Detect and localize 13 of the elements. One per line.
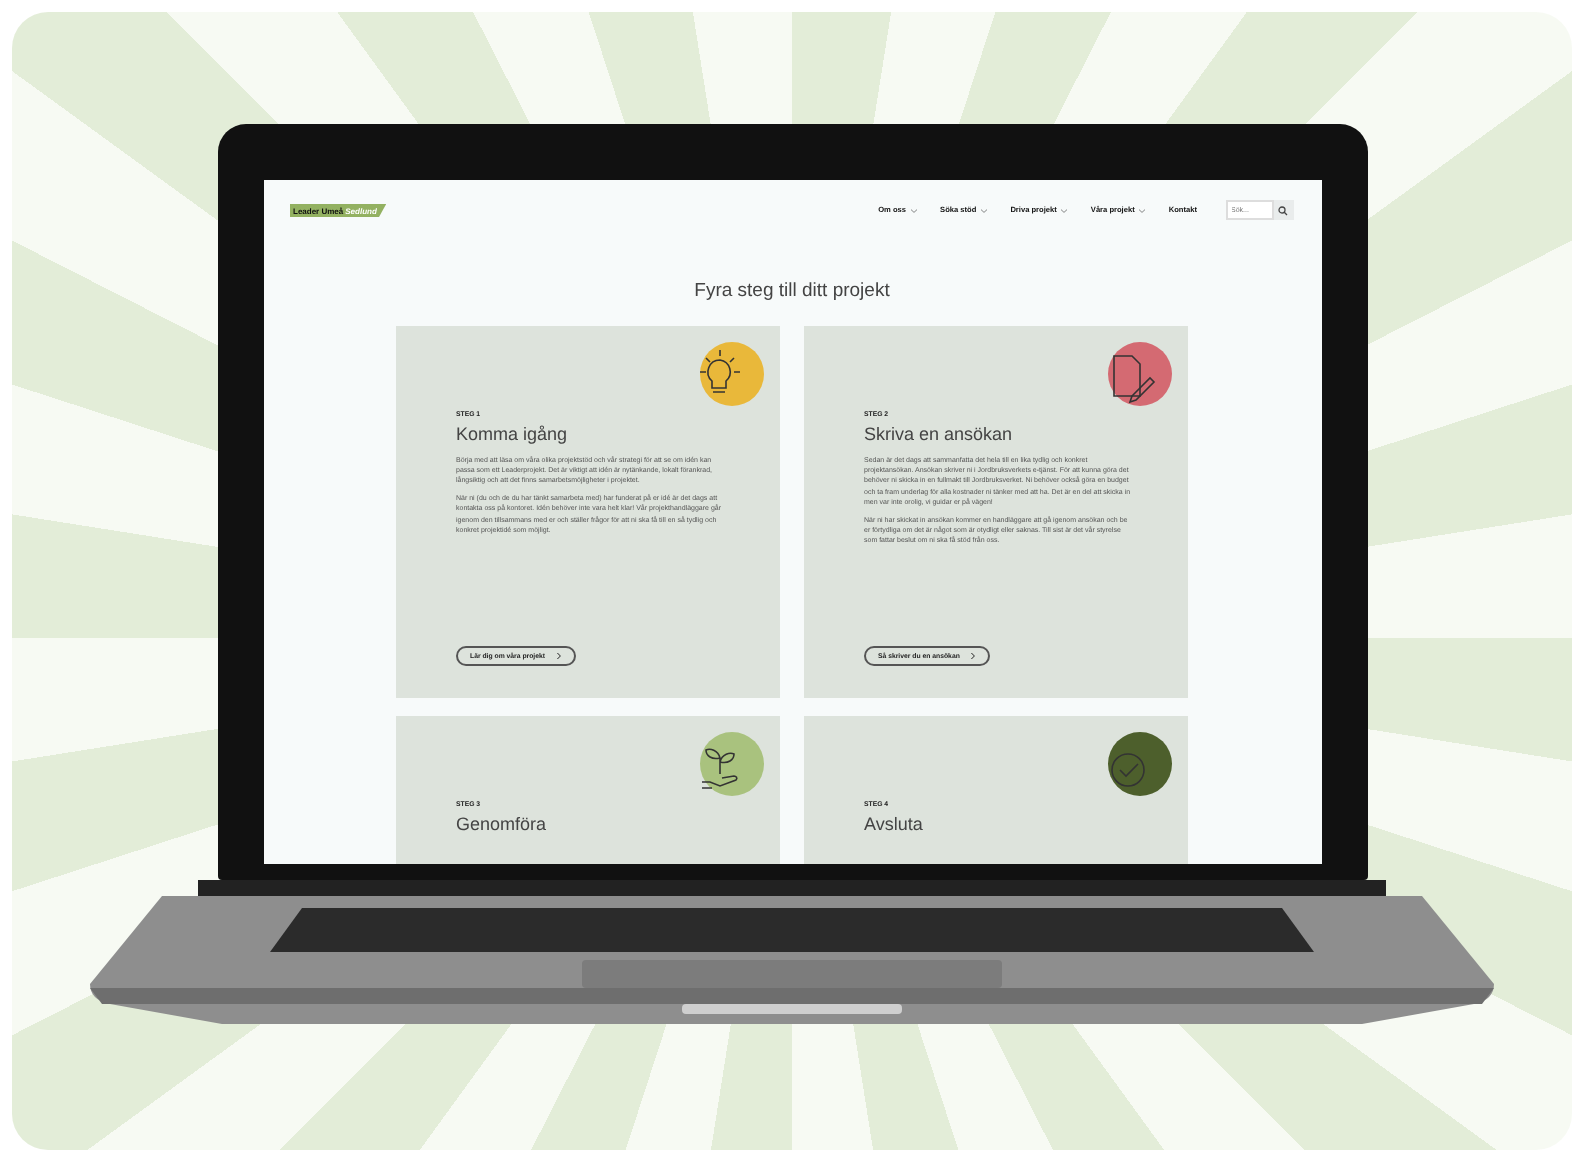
chevron-down-icon: [1060, 207, 1069, 213]
step-title: Genomföra: [456, 814, 549, 834]
search-icon: [1278, 205, 1288, 215]
step-title: Skriva en ansökan: [864, 424, 1015, 444]
chevron-down-icon: [1138, 207, 1147, 213]
search-button[interactable]: [1273, 200, 1293, 220]
chevron-right-icon: [555, 652, 561, 660]
chevron-right-icon: [969, 652, 976, 660]
section-heading: Fyra steg till ditt projekt: [692, 280, 892, 302]
step-title: Avsluta: [864, 814, 925, 834]
step-title: Komma igång: [456, 424, 570, 444]
chevron-down-icon: [980, 207, 989, 213]
chevron-down-icon: [910, 207, 919, 213]
